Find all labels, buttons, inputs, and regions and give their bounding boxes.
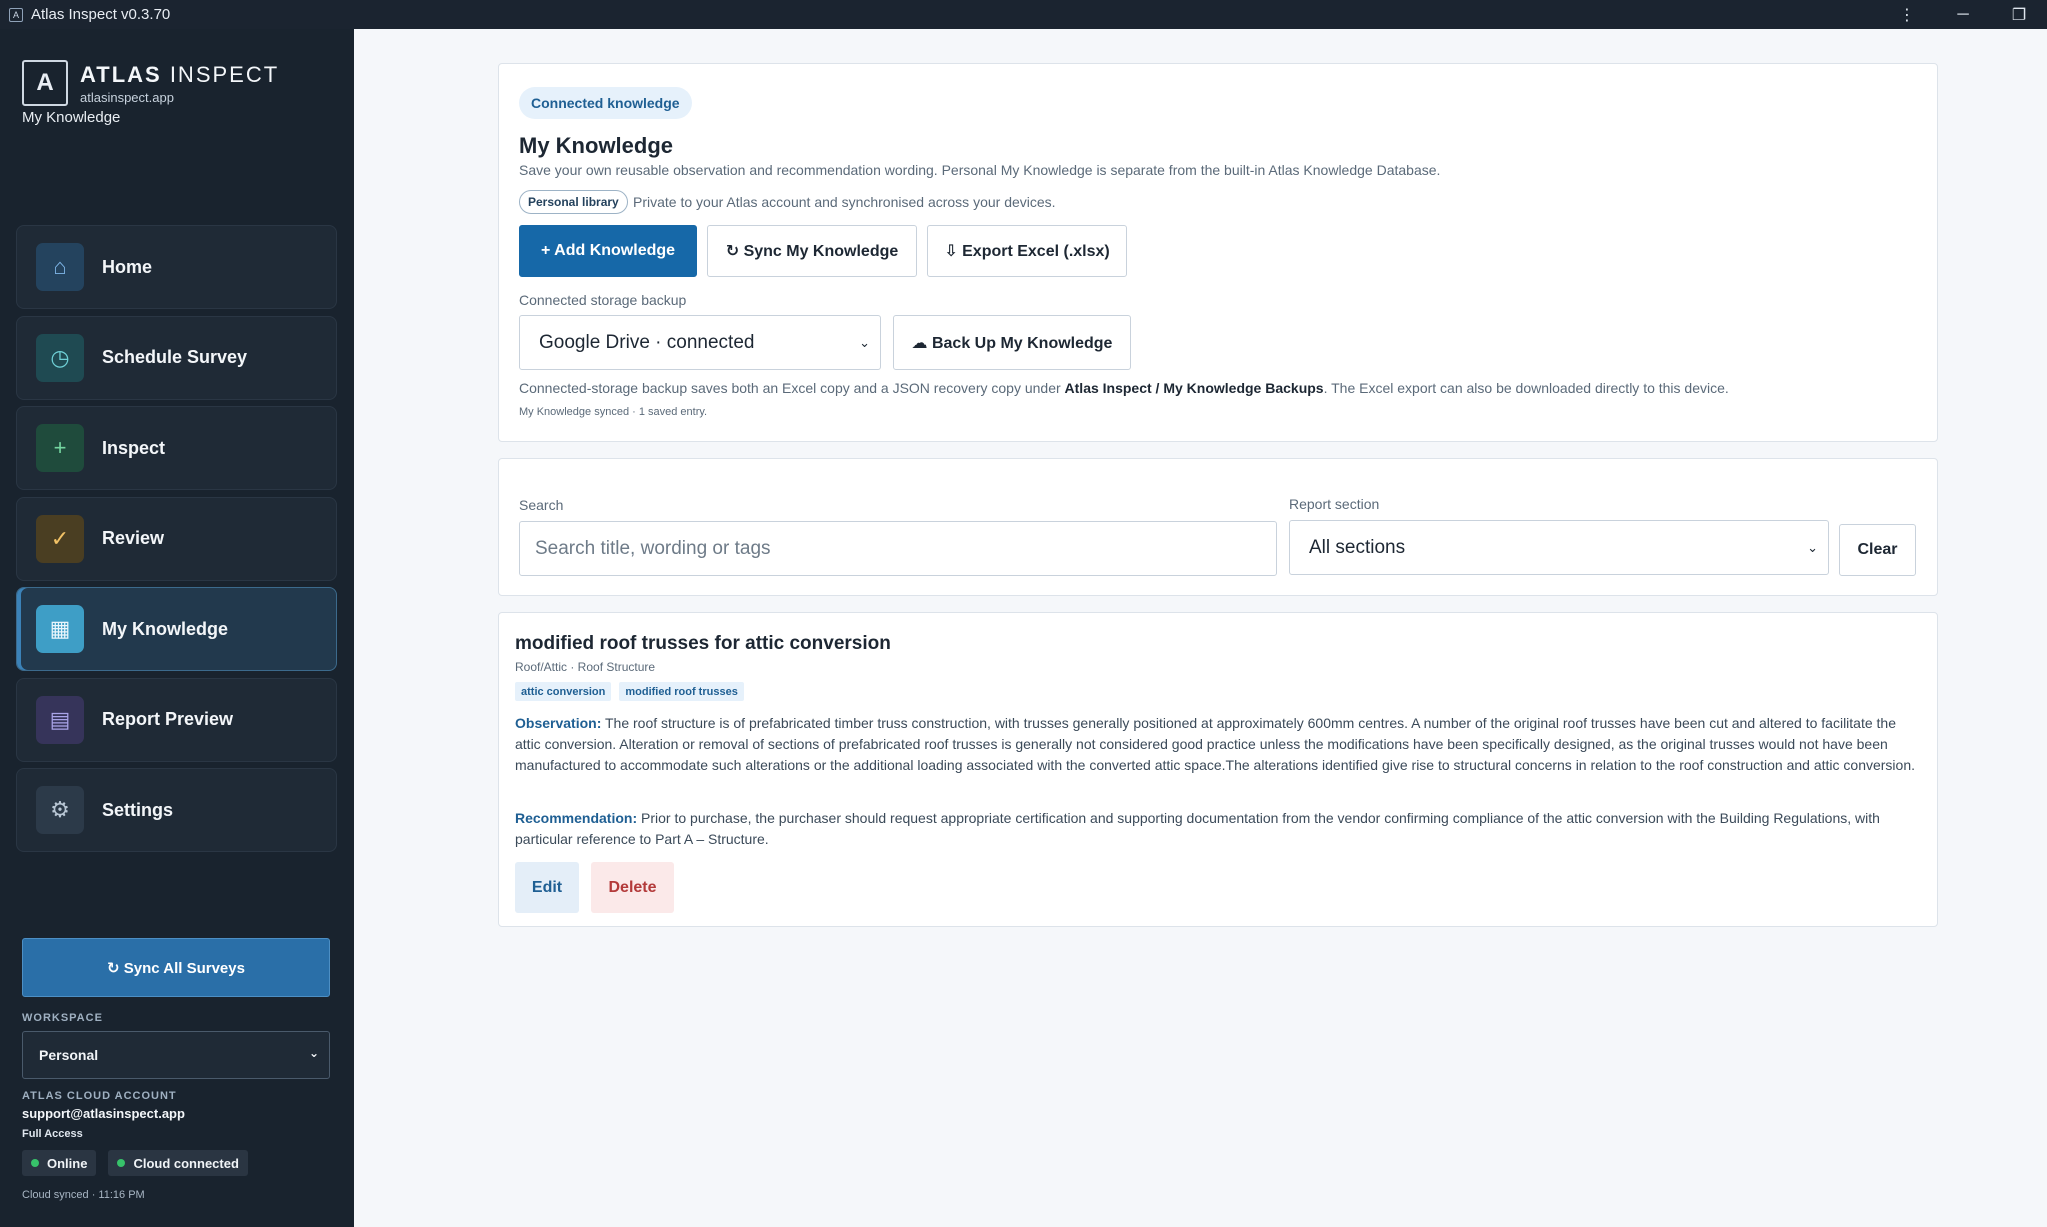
sidebar-item-label: Inspect: [102, 437, 166, 458]
status-row: Online Cloud connected: [22, 1150, 260, 1176]
sidebar-item-review[interactable]: ✓ Review: [16, 496, 337, 581]
back-up-my-knowledge-button[interactable]: ☁ Back Up My Knowledge: [893, 315, 1131, 370]
entry-recommendation: Recommendation: Prior to purchase, the p…: [515, 808, 1920, 850]
search-card: Search Report section All sections ⌄ Cle…: [498, 458, 1938, 596]
sidebar-item-settings[interactable]: ⚙ Settings: [16, 768, 337, 852]
sync-my-knowledge-button[interactable]: ↻ Sync My Knowledge: [707, 225, 917, 277]
check-icon: ✓: [36, 514, 84, 563]
workspace-label: WORKSPACE: [22, 1012, 103, 1024]
sidebar-item-my-knowledge[interactable]: ▦ My Knowledge: [16, 587, 337, 671]
clear-button[interactable]: Clear: [1839, 524, 1916, 576]
window-titlebar: A Atlas Inspect v0.3.70 ⋮ ─ ❐: [0, 0, 2047, 29]
window-title: Atlas Inspect v0.3.70: [31, 6, 171, 23]
search-input[interactable]: [519, 521, 1277, 576]
recommendation-label: Recommendation:: [515, 810, 638, 826]
sidebar-item-label: Review: [102, 528, 165, 548]
page-title: My Knowledge: [519, 133, 674, 158]
sidebar-item-label: Report Preview: [102, 709, 234, 729]
sidebar-item-label: Home: [102, 256, 153, 277]
entry-section: Roof/Attic · Roof Structure: [515, 660, 656, 674]
sidebar-item-inspect[interactable]: + Inspect: [16, 406, 337, 490]
sidebar-item-label: Schedule Survey: [102, 347, 248, 367]
storage-backup-value: Google Drive · connected: [539, 331, 755, 353]
sidebar-item-report-preview[interactable]: ▤ Report Preview: [16, 677, 337, 762]
edit-button[interactable]: Edit: [515, 862, 579, 913]
gear-icon: ⚙: [36, 786, 84, 834]
delete-button[interactable]: Delete: [591, 862, 674, 913]
brand-url: atlasinspect.app: [80, 90, 174, 105]
report-section-value: All sections: [1309, 536, 1406, 558]
cloud-synced-time: Cloud synced · 11:16 PM: [22, 1189, 145, 1201]
workspace-value: Personal: [39, 1047, 99, 1063]
connected-knowledge-chip: Connected knowledge: [519, 87, 692, 119]
cloud-status-badge: Cloud connected: [108, 1150, 248, 1176]
entry-tag: modified roof trusses: [619, 682, 744, 701]
entry-tags: attic conversion modified roof trusses: [515, 682, 752, 701]
backup-note-post: . The Excel export can also be downloade…: [1323, 380, 1729, 396]
entry-observation: Observation: The roof structure is of pr…: [515, 713, 1920, 776]
backup-note-path: Atlas Inspect / My Knowledge Backups: [1064, 380, 1324, 396]
account-label: ATLAS CLOUD ACCOUNT: [22, 1090, 177, 1102]
brand-name-light: INSPECT: [161, 62, 280, 87]
chevron-down-icon: ⌄: [859, 335, 870, 350]
brand-name-bold: ATLAS: [80, 62, 162, 87]
sidebar-item-label: Settings: [102, 799, 174, 820]
brand-text: ATLAS INSPECT atlasinspect.app: [80, 60, 279, 105]
atlas-logo-icon: A: [22, 60, 68, 106]
entry-title: modified roof trusses for attic conversi…: [515, 633, 891, 654]
status-dot-icon: [117, 1159, 126, 1167]
observation-text: The roof structure is of prefabricated t…: [515, 715, 1915, 773]
storage-backup-select[interactable]: Google Drive · connected ⌄: [519, 315, 881, 370]
knowledge-synced-note: My Knowledge synced · 1 saved entry.: [519, 406, 708, 418]
export-excel-button[interactable]: ⇩ Export Excel (.xlsx): [927, 225, 1127, 277]
brand-name: ATLAS INSPECT: [80, 62, 279, 88]
online-status-badge: Online: [22, 1150, 97, 1176]
account-email: support@atlasinspect.app: [22, 1106, 185, 1121]
restore-icon[interactable]: ❐: [1991, 0, 2047, 29]
knowledge-header-card: Connected knowledge My Knowledge Save yo…: [498, 63, 1938, 442]
add-knowledge-button[interactable]: + Add Knowledge: [519, 225, 697, 277]
storage-backup-label: Connected storage backup: [519, 292, 687, 308]
personal-library-text: Private to your Atlas account and synchr…: [633, 194, 1056, 210]
window-controls: ⋮ ─ ❐: [1879, 0, 2047, 29]
search-label: Search: [519, 497, 564, 513]
report-section-select[interactable]: All sections ⌄: [1289, 520, 1829, 575]
sidebar: A ATLAS INSPECT atlasinspect.app My Know…: [0, 29, 354, 1227]
more-options-icon[interactable]: ⋮: [1879, 0, 1935, 29]
sidebar-item-schedule-survey[interactable]: ◷ Schedule Survey: [16, 315, 337, 400]
chevron-down-icon: ⌄: [308, 1046, 319, 1060]
minimize-icon[interactable]: ─: [1935, 0, 1991, 29]
report-section-label: Report section: [1289, 496, 1380, 512]
brand-subtitle: My Knowledge: [22, 109, 121, 126]
workspace-select[interactable]: Personal ⌄: [22, 1031, 330, 1079]
sync-all-surveys-button[interactable]: ↻ Sync All Surveys: [22, 938, 330, 997]
sidebar-item-home[interactable]: ⌂ Home: [16, 225, 337, 309]
observation-label: Observation:: [515, 715, 602, 731]
status-dot-icon: [31, 1159, 39, 1167]
document-icon: ▤: [36, 695, 84, 744]
brand: A ATLAS INSPECT atlasinspect.app: [22, 60, 279, 106]
sidebar-nav: ⌂ Home ◷ Schedule Survey + Inspect ✓ Rev…: [16, 225, 337, 859]
backup-note-pre: Connected-storage backup saves both an E…: [519, 380, 1065, 396]
online-status-text: Online: [47, 1155, 88, 1171]
app-icon: A: [9, 7, 23, 22]
recommendation-text: Prior to purchase, the purchaser should …: [515, 810, 1880, 847]
house-icon: ⌂: [36, 243, 84, 291]
page-description: Save your own reusable observation and r…: [519, 162, 1441, 178]
entry-tag: attic conversion: [515, 682, 612, 701]
knowledge-entry-card: modified roof trusses for attic conversi…: [498, 612, 1938, 927]
backup-note: Connected-storage backup saves both an E…: [519, 380, 1729, 396]
plus-icon: +: [36, 424, 84, 472]
chevron-down-icon: ⌄: [1807, 540, 1818, 555]
personal-library-chip: Personal library: [519, 190, 628, 214]
account-access: Full Access: [22, 1128, 83, 1140]
cloud-status-text: Cloud connected: [133, 1155, 239, 1171]
grid-icon: ▦: [36, 605, 84, 653]
sidebar-item-label: My Knowledge: [102, 618, 229, 639]
clock-icon: ◷: [36, 333, 84, 382]
